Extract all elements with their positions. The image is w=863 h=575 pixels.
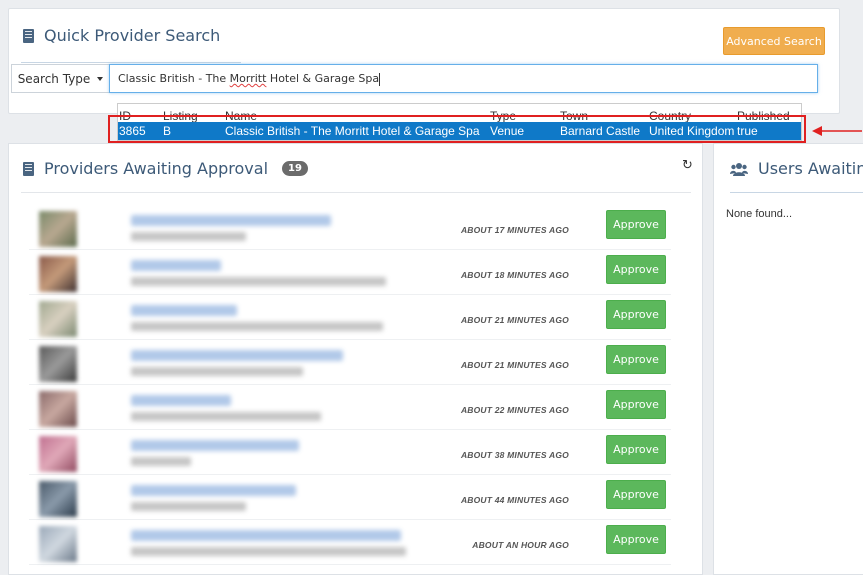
users-title-text: Users Awaiting: [758, 159, 863, 178]
provider-details-blurred: [131, 322, 383, 331]
provider-thumbnail: [39, 301, 77, 337]
quick-search-title-text: Quick Provider Search: [44, 26, 221, 45]
provider-submitted-time: ABOUT 22 MINUTES AGO: [460, 405, 569, 415]
provider-details-blurred: [131, 232, 246, 241]
advanced-search-button[interactable]: Advanced Search: [723, 27, 825, 55]
quick-search-title: Quick Provider Search: [23, 26, 220, 45]
provider-submitted-time: ABOUT 18 MINUTES AGO: [460, 270, 569, 280]
users-title: Users Awaiting: [730, 159, 863, 178]
caret-down-icon: [97, 76, 104, 81]
providers-count-badge: 19: [282, 161, 308, 176]
provider-row: ABOUT 38 MINUTES AGO Approve: [29, 430, 671, 475]
provider-name-blurred[interactable]: [131, 485, 296, 496]
provider-details-blurred: [131, 502, 246, 511]
provider-thumbnail: [39, 211, 77, 247]
users-awaiting-panel: Users Awaiting None found...: [713, 143, 863, 575]
annotation-highlight-box: [108, 115, 806, 143]
refresh-icon[interactable]: ↻: [682, 157, 693, 173]
text-cursor: [379, 72, 381, 86]
provider-submitted-time: ABOUT 21 MINUTES AGO: [460, 360, 569, 370]
building-icon: [23, 161, 34, 176]
approve-button[interactable]: Approve: [606, 480, 666, 509]
approve-button[interactable]: Approve: [606, 390, 666, 419]
provider-thumbnail: [39, 346, 77, 382]
provider-thumbnail: [39, 256, 77, 292]
users-divider: [730, 192, 863, 193]
approve-button[interactable]: Approve: [606, 435, 666, 464]
approve-button[interactable]: Approve: [606, 300, 666, 329]
provider-thumbnail: [39, 526, 77, 562]
provider-thumbnail: [39, 481, 77, 517]
search-type-label: Search Type: [17, 71, 91, 86]
approve-button[interactable]: Approve: [606, 210, 666, 239]
search-type-dropdown[interactable]: Search Type: [11, 64, 109, 93]
provider-row: ABOUT 17 MINUTES AGO Approve: [29, 205, 671, 250]
provider-name-blurred[interactable]: [131, 530, 401, 541]
provider-name-blurred[interactable]: [131, 260, 221, 271]
provider-name-blurred[interactable]: [131, 305, 237, 316]
quick-search-panel: Quick Provider Search Advanced Search: [8, 8, 840, 114]
provider-details-blurred: [131, 367, 303, 376]
approve-button[interactable]: Approve: [606, 525, 666, 554]
provider-thumbnail: [39, 391, 77, 427]
provider-name-blurred[interactable]: [131, 440, 299, 451]
provider-row: ABOUT AN HOUR AGO Approve: [29, 520, 671, 565]
provider-row: ABOUT 18 MINUTES AGO Approve: [29, 250, 671, 295]
provider-submitted-time: ABOUT 44 MINUTES AGO: [460, 495, 569, 505]
providers-title: Providers Awaiting Approval 19: [23, 159, 308, 178]
approve-button[interactable]: Approve: [606, 255, 666, 284]
provider-submitted-time: ABOUT AN HOUR AGO: [472, 540, 569, 550]
provider-submitted-time: ABOUT 17 MINUTES AGO: [460, 225, 569, 235]
users-icon: [730, 162, 748, 176]
provider-details-blurred: [131, 547, 406, 556]
provider-row: ABOUT 21 MINUTES AGO Approve: [29, 295, 671, 340]
provider-details-blurred: [131, 277, 386, 286]
providers-title-text: Providers Awaiting Approval: [44, 159, 269, 178]
provider-row: ABOUT 22 MINUTES AGO Approve: [29, 385, 671, 430]
query-prefix: Classic British - The: [118, 72, 230, 85]
provider-search-input[interactable]: Classic British - The Morritt Hotel & Ga…: [109, 64, 818, 93]
query-suffix: Hotel & Garage Spa: [266, 72, 380, 85]
title-underline: [21, 62, 241, 63]
provider-row: ABOUT 44 MINUTES AGO Approve: [29, 475, 671, 520]
provider-details-blurred: [131, 457, 191, 466]
approve-button[interactable]: Approve: [606, 345, 666, 374]
providers-awaiting-panel: Providers Awaiting Approval 19 ↻ ABOUT 1…: [8, 143, 703, 575]
provider-details-blurred: [131, 412, 321, 421]
query-misspelled-word: Morritt: [229, 72, 267, 85]
provider-name-blurred[interactable]: [131, 395, 231, 406]
provider-submitted-time: ABOUT 21 MINUTES AGO: [460, 315, 569, 325]
provider-name-blurred[interactable]: [131, 215, 331, 226]
users-empty-text: None found...: [726, 208, 793, 220]
provider-thumbnail: [39, 436, 77, 472]
annotation-arrow-icon: [812, 126, 862, 136]
provider-submitted-time: ABOUT 38 MINUTES AGO: [460, 450, 569, 460]
provider-name-blurred[interactable]: [131, 350, 343, 361]
provider-row: ABOUT 21 MINUTES AGO Approve: [29, 340, 671, 385]
building-icon: [23, 28, 34, 43]
providers-divider: [21, 192, 691, 193]
